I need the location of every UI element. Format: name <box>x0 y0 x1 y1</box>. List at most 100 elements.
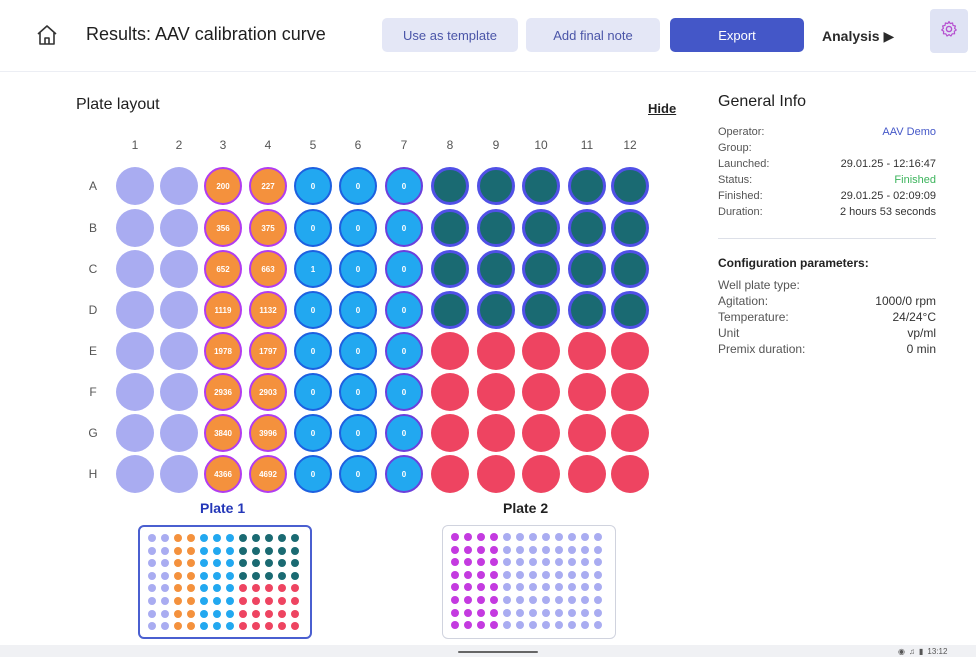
well-C4[interactable]: 663 <box>249 250 287 288</box>
well-G2[interactable] <box>160 414 198 452</box>
well-G4[interactable]: 3996 <box>249 414 287 452</box>
well-E8[interactable] <box>431 332 469 370</box>
well-G3[interactable]: 3840 <box>204 414 242 452</box>
well-F7[interactable]: 0 <box>385 373 423 411</box>
well-C9[interactable] <box>477 250 515 288</box>
well-D9[interactable] <box>477 291 515 329</box>
well-B9[interactable] <box>477 209 515 247</box>
well-E5[interactable]: 0 <box>294 332 332 370</box>
well-E1[interactable] <box>116 332 154 370</box>
well-E6[interactable]: 0 <box>339 332 377 370</box>
well-A9[interactable] <box>477 167 515 205</box>
well-F10[interactable] <box>522 373 560 411</box>
well-A12[interactable] <box>611 167 649 205</box>
well-E12[interactable] <box>611 332 649 370</box>
well-F2[interactable] <box>160 373 198 411</box>
well-E11[interactable] <box>568 332 606 370</box>
well-D3[interactable]: 1119 <box>204 291 242 329</box>
plate-1-thumbnail[interactable] <box>138 525 312 639</box>
well-D2[interactable] <box>160 291 198 329</box>
well-F1[interactable] <box>116 373 154 411</box>
well-C10[interactable] <box>522 250 560 288</box>
well-A10[interactable] <box>522 167 560 205</box>
well-B2[interactable] <box>160 209 198 247</box>
well-D8[interactable] <box>431 291 469 329</box>
well-G9[interactable] <box>477 414 515 452</box>
well-H5[interactable]: 0 <box>294 455 332 493</box>
well-D5[interactable]: 0 <box>294 291 332 329</box>
well-A1[interactable] <box>116 167 154 205</box>
well-H2[interactable] <box>160 455 198 493</box>
well-A8[interactable] <box>431 167 469 205</box>
well-C1[interactable] <box>116 250 154 288</box>
home-icon[interactable] <box>34 22 60 48</box>
well-F11[interactable] <box>568 373 606 411</box>
well-D6[interactable]: 0 <box>339 291 377 329</box>
well-B11[interactable] <box>568 209 606 247</box>
well-G6[interactable]: 0 <box>339 414 377 452</box>
well-H1[interactable] <box>116 455 154 493</box>
well-A7[interactable]: 0 <box>385 167 423 205</box>
well-D7[interactable]: 0 <box>385 291 423 329</box>
well-C11[interactable] <box>568 250 606 288</box>
add-final-note-button[interactable]: Add final note <box>526 18 660 52</box>
well-H10[interactable] <box>522 455 560 493</box>
well-F8[interactable] <box>431 373 469 411</box>
well-B7[interactable]: 0 <box>385 209 423 247</box>
hide-link[interactable]: Hide <box>648 101 676 116</box>
well-B8[interactable] <box>431 209 469 247</box>
well-A4[interactable]: 227 <box>249 167 287 205</box>
well-A3[interactable]: 200 <box>204 167 242 205</box>
well-C3[interactable]: 652 <box>204 250 242 288</box>
well-A11[interactable] <box>568 167 606 205</box>
well-C6[interactable]: 0 <box>339 250 377 288</box>
well-C5[interactable]: 1 <box>294 250 332 288</box>
well-H8[interactable] <box>431 455 469 493</box>
well-F4[interactable]: 2903 <box>249 373 287 411</box>
well-F9[interactable] <box>477 373 515 411</box>
well-G7[interactable]: 0 <box>385 414 423 452</box>
well-E7[interactable]: 0 <box>385 332 423 370</box>
well-F5[interactable]: 0 <box>294 373 332 411</box>
well-A5[interactable]: 0 <box>294 167 332 205</box>
well-G10[interactable] <box>522 414 560 452</box>
well-B3[interactable]: 356 <box>204 209 242 247</box>
well-C12[interactable] <box>611 250 649 288</box>
well-H6[interactable]: 0 <box>339 455 377 493</box>
well-G8[interactable] <box>431 414 469 452</box>
well-G1[interactable] <box>116 414 154 452</box>
well-D1[interactable] <box>116 291 154 329</box>
well-G12[interactable] <box>611 414 649 452</box>
well-B5[interactable]: 0 <box>294 209 332 247</box>
well-E3[interactable]: 1978 <box>204 332 242 370</box>
well-G5[interactable]: 0 <box>294 414 332 452</box>
well-D11[interactable] <box>568 291 606 329</box>
well-E10[interactable] <box>522 332 560 370</box>
settings-button[interactable] <box>930 9 968 53</box>
well-E2[interactable] <box>160 332 198 370</box>
well-E9[interactable] <box>477 332 515 370</box>
use-as-template-button[interactable]: Use as template <box>382 18 518 52</box>
well-F12[interactable] <box>611 373 649 411</box>
well-F6[interactable]: 0 <box>339 373 377 411</box>
well-D10[interactable] <box>522 291 560 329</box>
well-C2[interactable] <box>160 250 198 288</box>
well-B12[interactable] <box>611 209 649 247</box>
well-H3[interactable]: 4366 <box>204 455 242 493</box>
well-B6[interactable]: 0 <box>339 209 377 247</box>
well-C8[interactable] <box>431 250 469 288</box>
well-B1[interactable] <box>116 209 154 247</box>
well-D4[interactable]: 1132 <box>249 291 287 329</box>
analysis-button[interactable]: Analysis ▶ <box>822 28 894 45</box>
export-button[interactable]: Export <box>670 18 804 52</box>
well-B10[interactable] <box>522 209 560 247</box>
plate-1-label[interactable]: Plate 1 <box>200 500 245 516</box>
well-H9[interactable] <box>477 455 515 493</box>
plate-2-thumbnail[interactable] <box>442 525 616 639</box>
well-F3[interactable]: 2936 <box>204 373 242 411</box>
well-H7[interactable]: 0 <box>385 455 423 493</box>
well-H11[interactable] <box>568 455 606 493</box>
well-E4[interactable]: 1797 <box>249 332 287 370</box>
well-B4[interactable]: 375 <box>249 209 287 247</box>
well-A6[interactable]: 0 <box>339 167 377 205</box>
